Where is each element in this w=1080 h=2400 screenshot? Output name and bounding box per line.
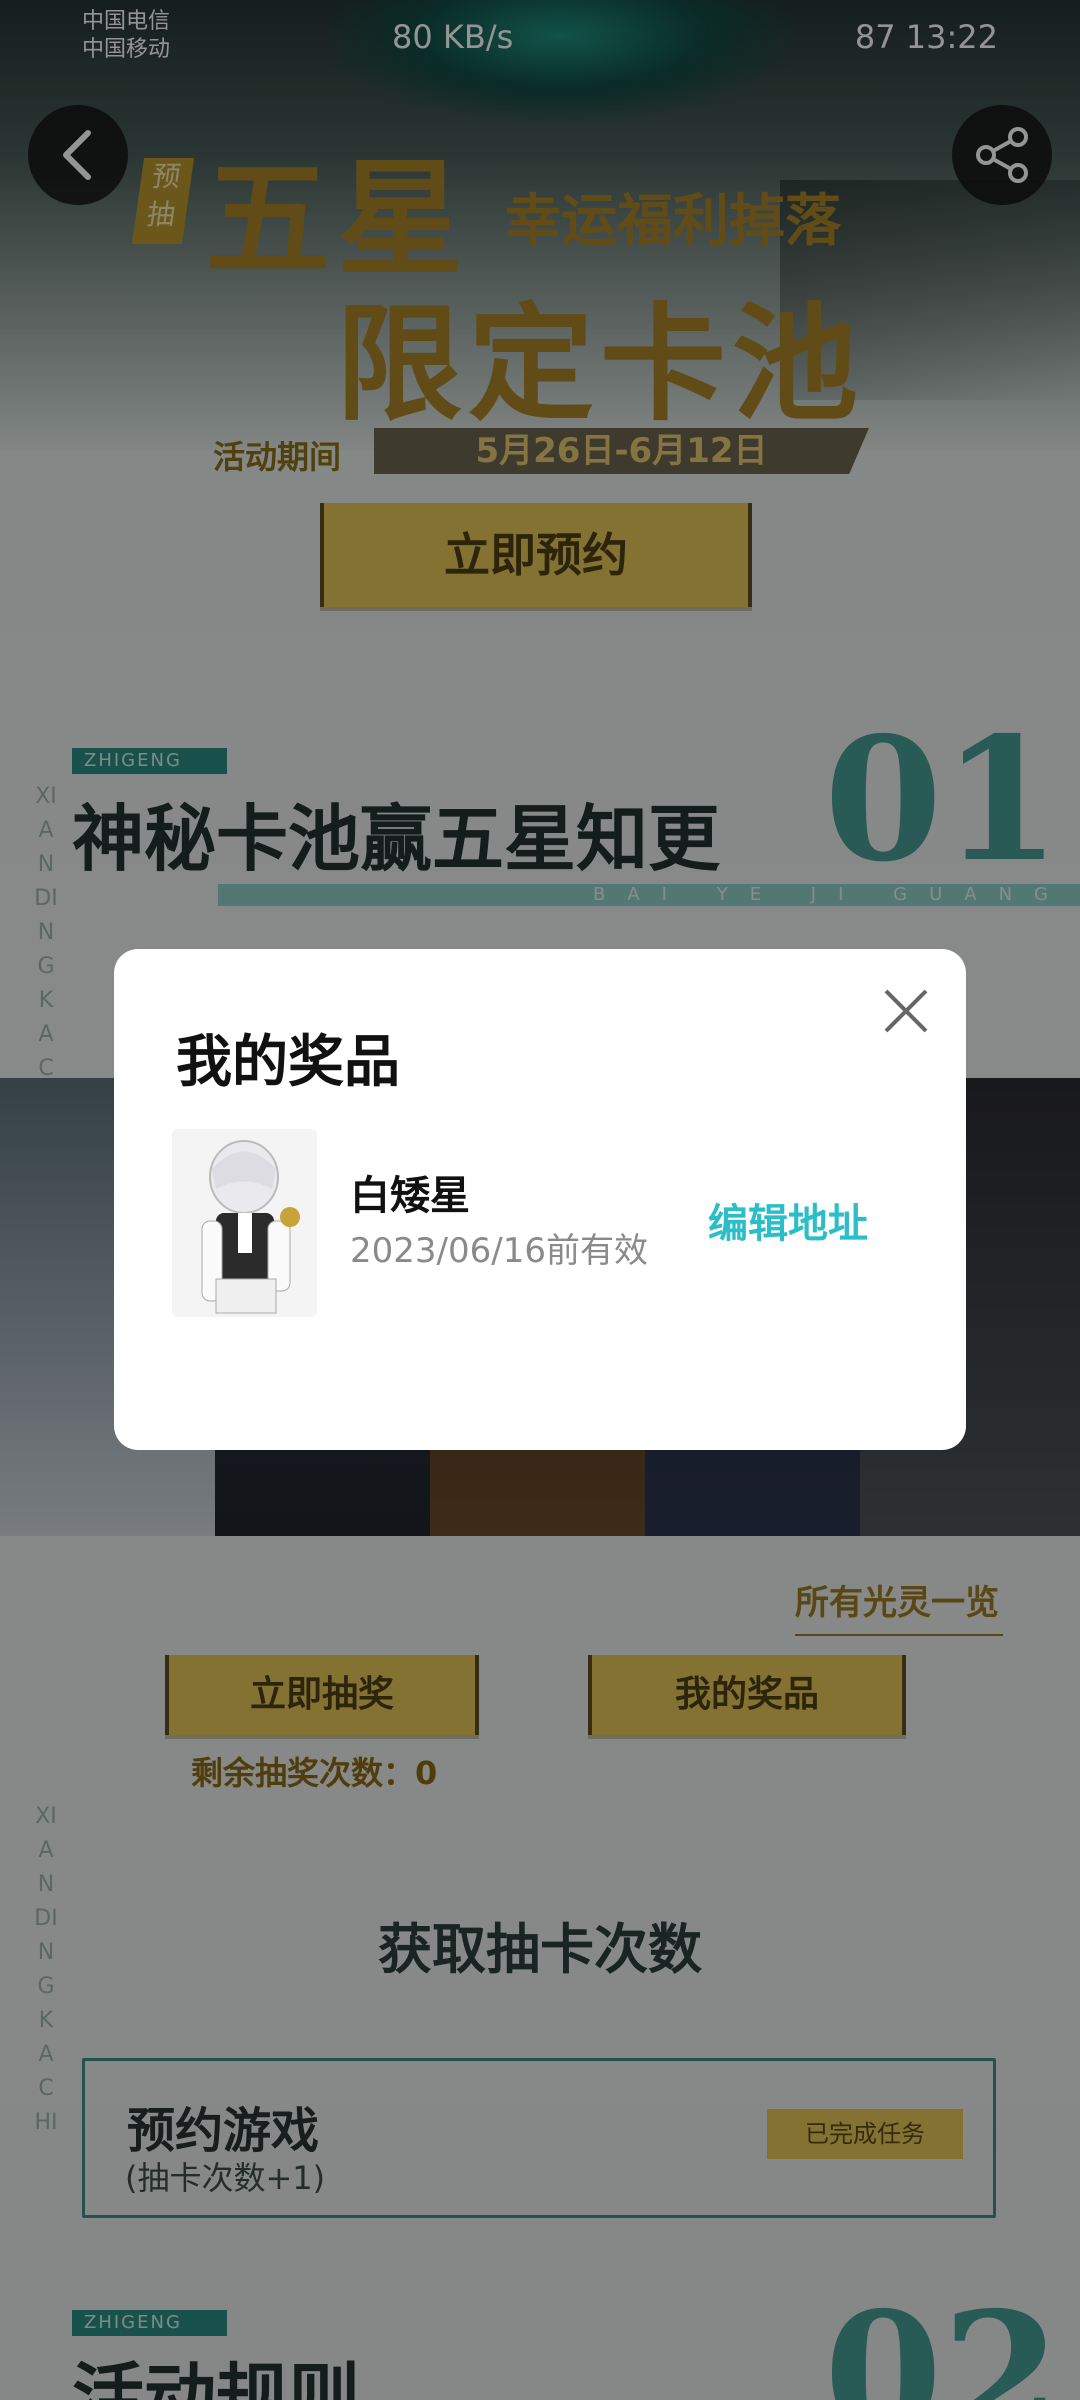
edit-address-button[interactable]: 编辑地址 [708, 1191, 868, 1249]
prize-name: 白矮星 [350, 1173, 470, 1219]
prize-image [172, 1129, 317, 1317]
dialog-title: 我的奖品 [176, 1030, 400, 1095]
my-prizes-dialog: 我的奖品 白矮星 2023/06/16前有效 编辑地址 [114, 949, 966, 1450]
close-icon [884, 989, 928, 1033]
prize-validity: 2023/06/16前有效 [350, 1231, 648, 1271]
close-button[interactable] [876, 981, 936, 1041]
